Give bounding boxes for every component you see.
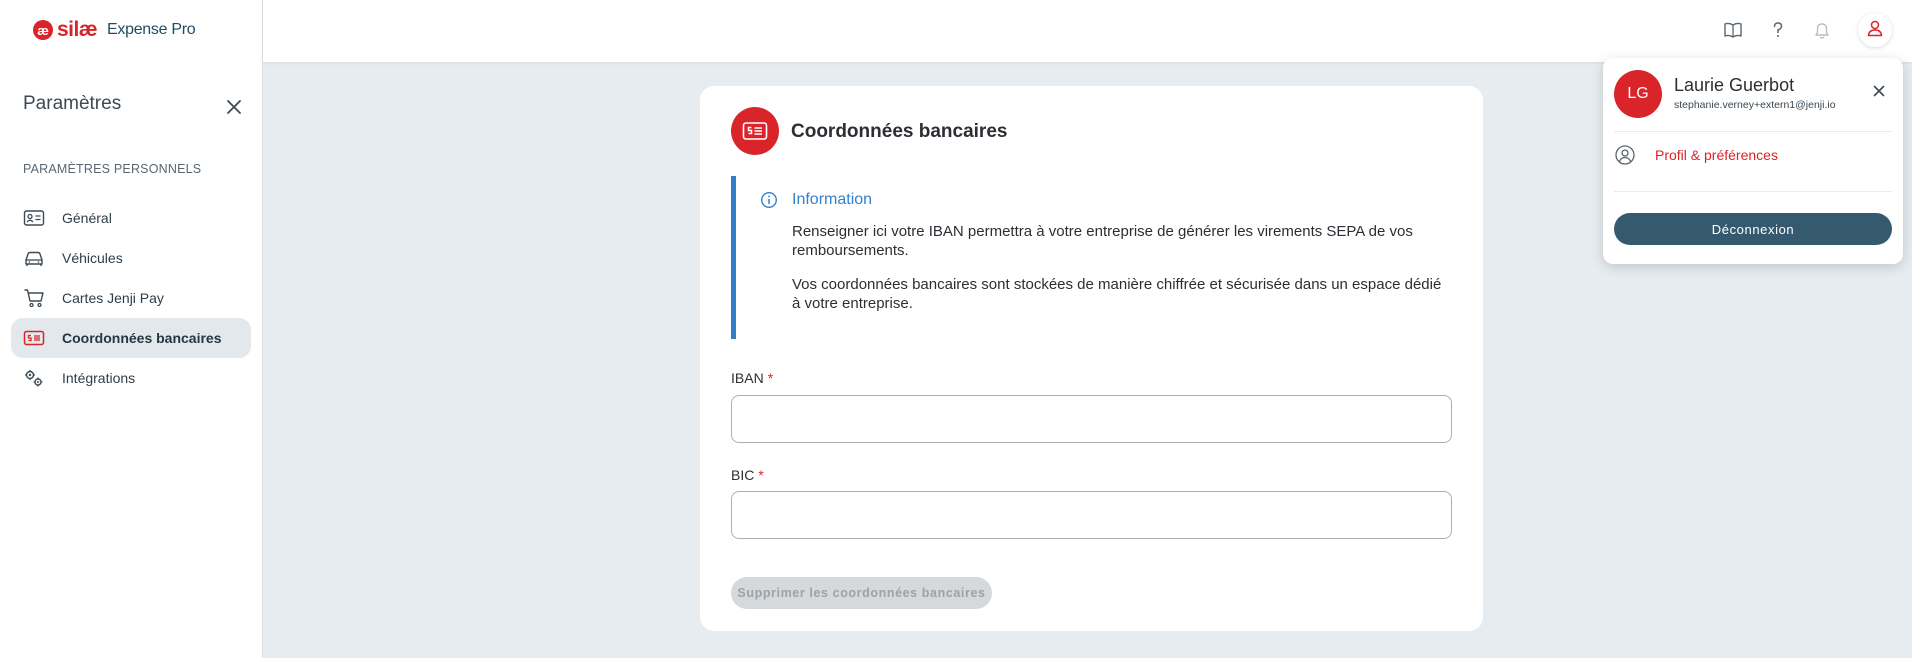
user-menu-button[interactable] (1858, 13, 1892, 47)
sidebar-item-label: Général (62, 210, 112, 226)
information-callout: Information Renseigner ici votre IBAN pe… (731, 176, 1451, 339)
sidebar-title: Paramètres (23, 93, 122, 114)
app-logo[interactable]: æ silæ Expense Pro (33, 18, 196, 42)
cart-icon (23, 287, 45, 309)
logout-button[interactable]: Déconnexion (1614, 213, 1892, 245)
id-card-icon (23, 207, 45, 229)
sidebar-item-cards[interactable]: Cartes Jenji Pay (11, 278, 251, 318)
delete-bank-details-button[interactable]: Supprimer les coordonnées bancaires (731, 577, 992, 609)
settings-nav: Général Véhicules Cartes Jenji Pay Coord… (11, 198, 251, 398)
logo-mark-icon: æ (33, 20, 53, 40)
user-circle-icon (1614, 144, 1636, 166)
iban-label-text: IBAN (731, 370, 764, 386)
sidebar-item-bank-details[interactable]: Coordonnées bancaires (11, 318, 251, 358)
info-paragraph: Renseigner ici votre IBAN permettra à vo… (792, 223, 1413, 259)
sidebar-item-vehicles[interactable]: Véhicules (11, 238, 251, 278)
info-title: Information (792, 191, 873, 208)
bank-details-card: Coordonnées bancaires Information Rensei… (700, 86, 1483, 631)
logo-product: Expense Pro (107, 21, 196, 38)
sidebar: æ silæ Expense Pro Paramètres PARAMÈTRES… (0, 0, 263, 658)
divider (1614, 131, 1892, 132)
bank-card-icon (23, 327, 45, 349)
iban-label: IBAN * (731, 370, 773, 386)
bic-input[interactable] (731, 491, 1452, 539)
gears-icon (23, 367, 45, 389)
close-popup-icon[interactable] (1871, 83, 1887, 99)
help-icon[interactable] (1767, 19, 1789, 41)
avatar: LG (1614, 70, 1662, 118)
profile-name: Laurie Guerbot (1674, 75, 1795, 95)
required-mark: * (758, 467, 764, 483)
logo-brand: silæ (57, 18, 98, 41)
close-sidebar-icon[interactable] (223, 96, 245, 118)
info-paragraph: Vos coordonnées bancaires sont stockées … (792, 276, 1442, 312)
profile-email: stephanie.verney+extern1@jenji.io (1674, 99, 1836, 111)
book-icon[interactable] (1722, 19, 1744, 41)
user-icon (1866, 19, 1884, 42)
sidebar-item-integrations[interactable]: Intégrations (11, 358, 251, 398)
iban-input[interactable] (731, 395, 1452, 443)
profile-popup: LG Laurie Guerbot stephanie.verney+exter… (1603, 58, 1903, 264)
sidebar-item-general[interactable]: Général (11, 198, 251, 238)
profile-preferences-link[interactable]: Profil & préférences (1614, 141, 1892, 169)
sidebar-item-label: Coordonnées bancaires (62, 330, 222, 346)
bic-label-text: BIC (731, 467, 755, 483)
sidebar-item-label: Intégrations (62, 370, 136, 386)
page-title: Coordonnées bancaires (791, 121, 1008, 142)
section-label: PARAMÈTRES PERSONNELS (23, 162, 202, 176)
required-mark: * (767, 370, 774, 386)
bank-card-badge-icon (731, 107, 779, 155)
car-icon (23, 247, 45, 269)
sidebar-item-label: Véhicules (62, 250, 123, 266)
divider (1614, 191, 1892, 192)
info-icon (760, 191, 778, 209)
bic-label: BIC * (731, 467, 764, 483)
sidebar-item-label: Cartes Jenji Pay (62, 290, 164, 306)
top-header (263, 0, 1912, 62)
bell-icon[interactable] (1811, 19, 1833, 41)
profile-preferences-label: Profil & préférences (1655, 147, 1778, 163)
